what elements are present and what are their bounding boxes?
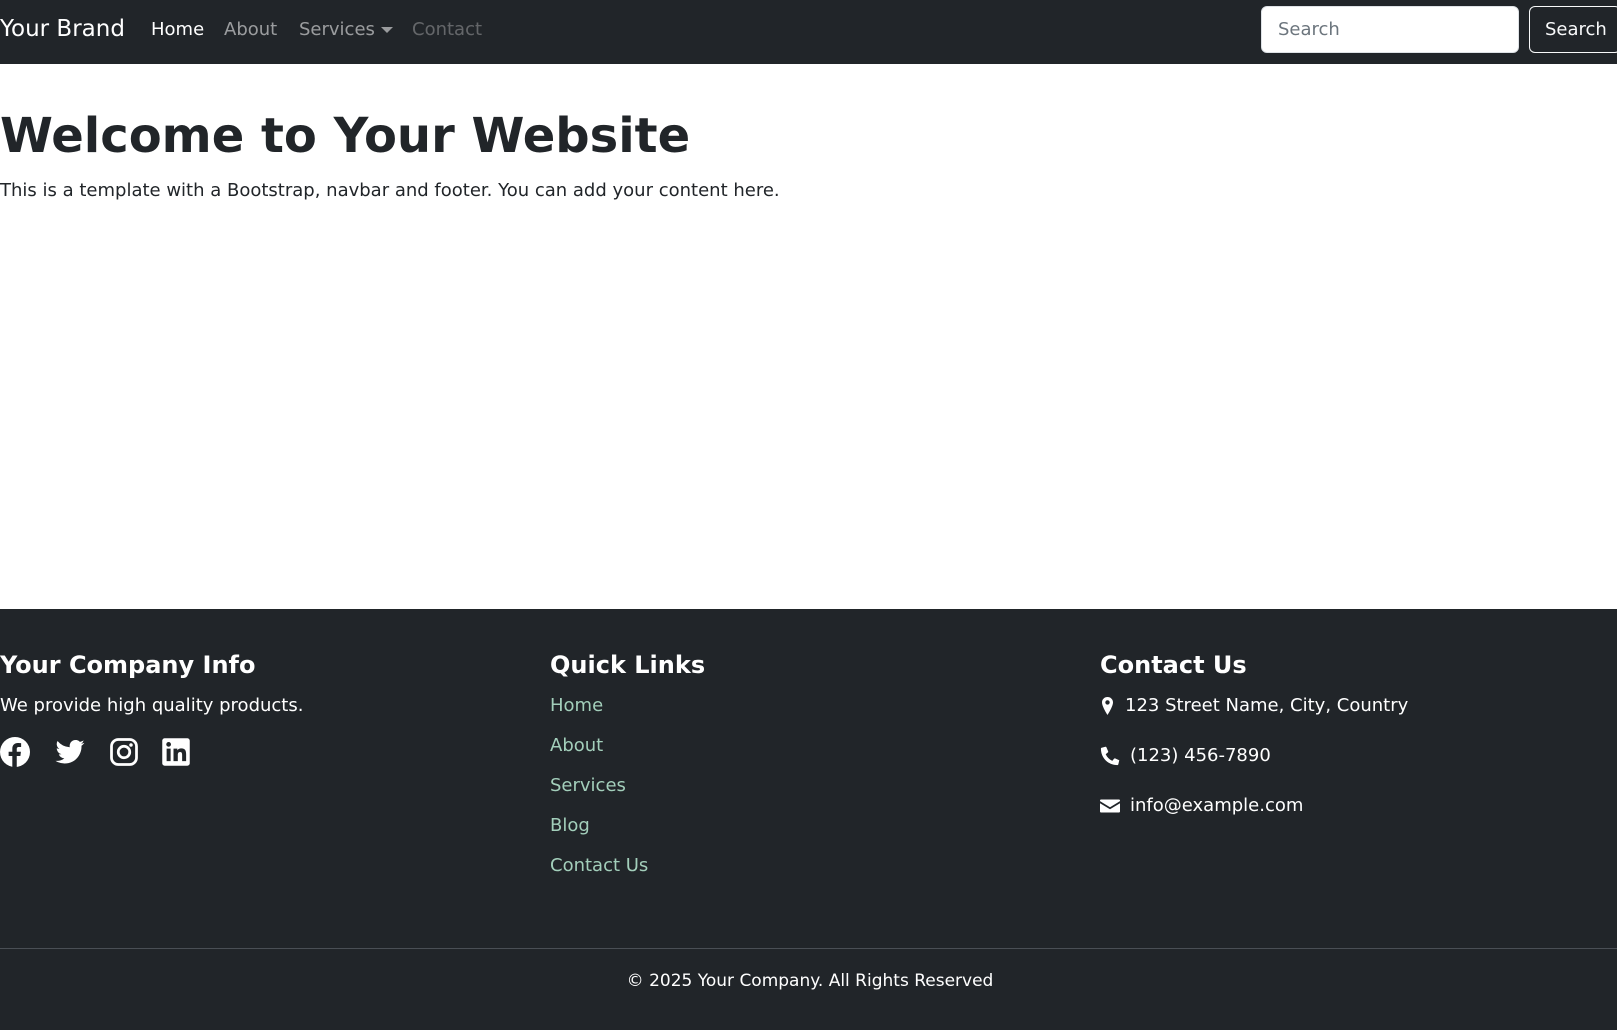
footer-link-home[interactable]: Home [550,693,603,719]
search-button[interactable]: Search [1529,6,1617,53]
page-title: Welcome to Your Website [0,108,691,164]
contact-email-text: info@example.com [1130,795,1304,816]
nav-link-about[interactable]: About [224,18,277,42]
footer-link-about[interactable]: About [550,733,603,759]
contact-phone-text: (123) 456-7890 [1130,745,1271,766]
facebook-icon[interactable] [0,737,30,767]
twitter-icon[interactable] [55,737,85,767]
instagram-icon[interactable] [109,737,139,767]
footer: Your Company Info We provide high qualit… [0,609,1617,1030]
navbar: Your Brand Home About Services Contact S… [0,0,1617,64]
company-info-heading: Your Company Info [0,651,256,679]
nav-link-home[interactable]: Home [151,18,204,42]
phone-icon [1100,746,1120,766]
envelope-icon [1100,796,1120,816]
contact-address-text: 123 Street Name, City, Country [1125,695,1409,716]
nav-dropdown-services[interactable]: Services [299,18,375,42]
company-description: We provide high quality products. [0,695,304,716]
footer-divider [0,948,1617,949]
brand-logo[interactable]: Your Brand [0,14,125,44]
linkedin-icon[interactable] [161,737,191,767]
contact-us-heading: Contact Us [1100,651,1247,679]
intro-text: This is a template with a Bootstrap, nav… [0,180,780,201]
search-input[interactable] [1261,6,1519,53]
nav-link-contact: Contact [412,19,483,40]
footer-link-contact-us[interactable]: Contact Us [550,853,648,879]
copyright-text: © 2025 Your Company. All Rights Reserved [626,971,994,991]
footer-link-services[interactable]: Services [550,773,626,799]
footer-link-blog[interactable]: Blog [550,813,590,839]
caret-down-icon[interactable] [381,27,393,33]
map-pin-icon [1100,696,1120,716]
quick-links-heading: Quick Links [550,651,706,679]
